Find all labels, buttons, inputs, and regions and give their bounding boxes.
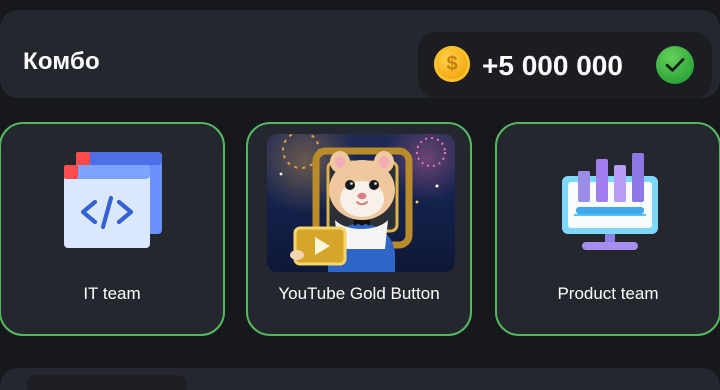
- hamster-youtube-gold-button-image: [267, 134, 455, 272]
- combo-screen: Комбо +5 000 000 IT team: [0, 0, 720, 390]
- combo-header: Комбо +5 000 000: [0, 10, 720, 98]
- card-label-youtube-gold-button: YouTube Gold Button: [278, 284, 440, 303]
- monitor-bar-chart-icon: [562, 153, 658, 250]
- coin-icon: [434, 46, 470, 82]
- check-icon: [656, 46, 694, 84]
- card-label-product-team: Product team: [557, 284, 659, 303]
- combo-reward-pill: +5 000 000: [418, 32, 712, 98]
- combo-card-it-team[interactable]: IT team: [0, 122, 225, 336]
- combo-card-product-team[interactable]: Product team: [495, 122, 720, 336]
- reward-amount: +5 000 000: [482, 50, 623, 81]
- combo-card-youtube-gold-button[interactable]: YouTube Gold Button: [246, 122, 472, 336]
- bottom-panel-edge: [0, 368, 720, 390]
- card-label-it-team: IT team: [83, 284, 141, 303]
- code-window-icon: [64, 152, 162, 248]
- combo-title: Комбо: [23, 48, 100, 75]
